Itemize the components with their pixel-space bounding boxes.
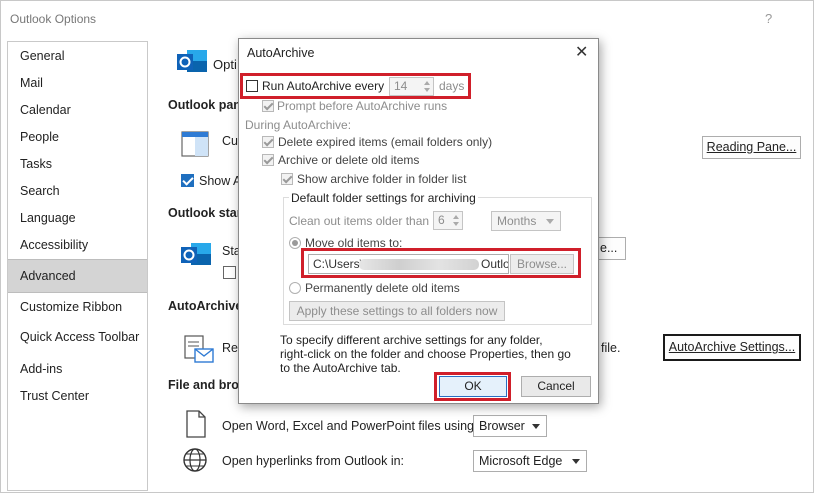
run-days-stepper[interactable]: 14 [389, 77, 434, 96]
clean-out-unit-value: Months [497, 214, 537, 228]
cancel-button[interactable]: Cancel [521, 376, 591, 397]
info-text-line-1: To specify different archive settings fo… [280, 333, 543, 347]
dialog-title: AutoArchive [247, 46, 315, 60]
sidebar-item-mail[interactable]: Mail [8, 70, 147, 97]
clean-out-stepper[interactable]: 6 [433, 211, 463, 230]
archive-old-checkbox[interactable] [262, 154, 274, 166]
archive-path-end: Outlo [481, 257, 509, 271]
prompt-label: Prompt before AutoArchive runs [277, 99, 448, 113]
spin-arrows-icon[interactable] [451, 213, 461, 228]
window-title: Outlook Options [10, 12, 97, 26]
open-links-label: Open hyperlinks from Outlook in: [222, 454, 405, 468]
sidebar-item-add-ins[interactable]: Add-ins [8, 356, 147, 383]
sidebar-item-calendar[interactable]: Calendar [8, 97, 147, 124]
ok-button[interactable]: OK [439, 376, 507, 397]
show-folder-checkbox[interactable] [281, 173, 293, 185]
group-title: Default folder settings for archiving [289, 191, 478, 205]
sidebar-item-customize-ribbon[interactable]: Customize Ribbon [8, 294, 147, 321]
autoarchive-tail-text: file. [601, 341, 621, 355]
show-folder-label: Show archive folder in folder list [297, 172, 467, 186]
autoarchive-partial-text: Re [222, 341, 238, 355]
delete-expired-label: Delete expired items (email folders only… [278, 135, 493, 149]
apply-to-all-button[interactable]: Apply these settings to all folders now [289, 301, 505, 321]
file-browser-section-title: File and brow [168, 378, 249, 392]
sidebar-item-general[interactable]: General [8, 43, 147, 70]
sidebar-item-quick-access-toolbar[interactable]: Quick Access Toolbar [8, 324, 147, 351]
sidebar-item-people[interactable]: People [8, 124, 147, 151]
autoarchive-icon [184, 335, 214, 363]
outlook-icon [177, 50, 207, 72]
help-icon[interactable]: ? [765, 11, 772, 26]
autoarchive-settings-button-label: AutoArchive Settings... [668, 340, 796, 354]
during-label: During AutoArchive: [245, 118, 352, 132]
sidebar-item-advanced[interactable]: Advanced [8, 259, 147, 293]
sidebar-item-trust-center[interactable]: Trust Center [8, 383, 147, 410]
outlook-start-icon [181, 243, 211, 265]
clean-out-unit-select[interactable]: Months [491, 211, 561, 231]
document-icon [186, 410, 206, 438]
run-days-value: 14 [394, 79, 408, 93]
chevron-down-icon [546, 219, 554, 224]
show-partial-text: Show A [199, 174, 242, 188]
globe-icon [183, 448, 207, 472]
run-autoarchive-label: Run AutoArchive every [262, 79, 385, 93]
open-links-select-value: Microsoft Edge [479, 454, 563, 468]
perm-delete-radio[interactable] [289, 282, 301, 294]
path-blur-redaction [359, 259, 479, 270]
spin-arrows-icon[interactable] [422, 79, 432, 94]
sidebar-item-accessibility[interactable]: Accessibility [8, 232, 147, 259]
options-header-text: Opti [213, 57, 237, 72]
open-files-label: Open Word, Excel and PowerPoint files us… [222, 419, 478, 433]
clean-out-value: 6 [438, 213, 445, 227]
start-checkbox[interactable] [223, 266, 236, 279]
archive-old-label: Archive or delete old items [278, 153, 420, 167]
outlook-start-section-title: Outlook start [168, 206, 246, 220]
move-radio[interactable] [289, 237, 301, 249]
autoarchive-settings-button[interactable]: AutoArchive Settings... [663, 334, 801, 361]
browse-button[interactable]: Browse... [510, 254, 574, 274]
chevron-down-icon [532, 424, 540, 429]
autoarchive-dialog: AutoArchive ✕ Run AutoArchive every 14 d… [238, 38, 599, 404]
archive-path-start: C:\Users\ [313, 257, 364, 271]
run-autoarchive-checkbox[interactable] [246, 80, 258, 92]
open-links-select[interactable]: Microsoft Edge [473, 450, 587, 472]
archive-path-field[interactable]: C:\Users\ Outlo [308, 254, 509, 274]
show-checkbox[interactable] [181, 174, 194, 187]
close-icon[interactable]: ✕ [575, 42, 588, 62]
sidebar-item-search[interactable]: Search [8, 178, 147, 205]
sidebar-item-language[interactable]: Language [8, 205, 147, 232]
sidebar-item-tasks[interactable]: Tasks [8, 151, 147, 178]
reading-pane-icon [181, 131, 209, 157]
delete-expired-checkbox[interactable] [262, 136, 274, 148]
open-files-select[interactable]: Browser [473, 415, 547, 437]
start-browse-button[interactable]: e... [597, 237, 626, 260]
run-days-unit: days [439, 79, 465, 93]
sidebar: General Mail Calendar People Tasks Searc… [7, 41, 148, 491]
move-label: Move old items to: [305, 236, 403, 250]
perm-delete-label: Permanently delete old items [305, 281, 460, 295]
clean-out-label: Clean out items older than [289, 214, 430, 228]
reading-pane-button[interactable]: Reading Pane... [702, 136, 801, 159]
autoarchive-section-title: AutoArchive [168, 299, 243, 313]
chevron-down-icon [572, 459, 580, 464]
prompt-checkbox[interactable] [262, 100, 274, 112]
open-files-select-value: Browser [479, 419, 525, 433]
outlook-panes-section-title: Outlook pane [168, 98, 248, 112]
info-text-line-2: right-click on the folder and choose Pro… [280, 347, 571, 361]
customize-partial-text: Cu [222, 134, 238, 148]
info-text-line-3: to the AutoArchive tab. [280, 361, 401, 375]
